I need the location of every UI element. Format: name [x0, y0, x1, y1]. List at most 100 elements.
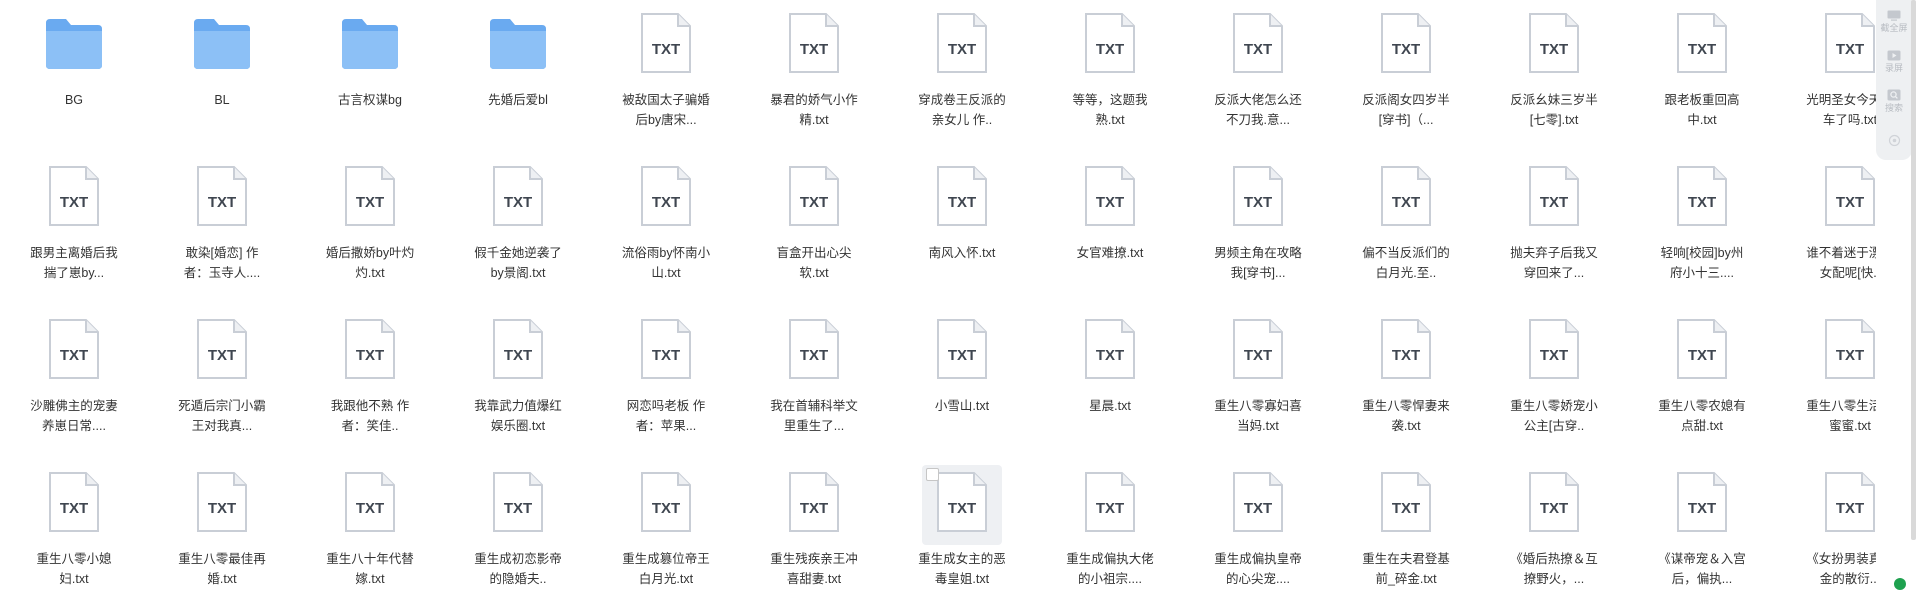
file-item[interactable]: TXT 光明圣女今天翻车了吗.txt [1776, 0, 1880, 153]
file-item[interactable]: TXT 重生在夫君登基前_碎金.txt [1332, 459, 1480, 608]
file-item[interactable]: TXT 暴君的娇气小作精.txt [740, 0, 888, 153]
file-item[interactable]: TXT 反派大佬怎么还不刀我.意... [1184, 0, 1332, 153]
item-name: 死遁后宗门小霸王对我真... [178, 399, 266, 433]
txt-icon-label: TXT [504, 347, 532, 364]
folder-item[interactable]: BL [148, 0, 296, 153]
screenshot-button[interactable]: 截全屏 [1876, 2, 1912, 42]
file-item[interactable]: TXT 轻响[校园]by州府小十三.... [1628, 153, 1776, 306]
folder-item[interactable]: BG [0, 0, 148, 153]
file-item[interactable]: TXT 我在首辅科举文里重生了... [740, 306, 888, 459]
file-item[interactable]: TXT 南风入怀.txt [888, 153, 1036, 306]
item-name: 流俗雨by怀南小山.txt [621, 246, 711, 280]
item-name: 轻响[校园]by州府小十三.... [1660, 246, 1744, 280]
item-name: 沙雕佛主的宠妻养崽日常.... [30, 399, 118, 433]
file-item[interactable]: TXT 等等，这题我熟.txt [1036, 0, 1184, 153]
item-name: 《女扮男装真千金的散衍... [1806, 552, 1880, 586]
file-item[interactable]: TXT 重生八零娇宠小公主[古穿.. [1480, 306, 1628, 459]
file-item[interactable]: TXT 我跟他不熟 作者：笑佳.. [296, 306, 444, 459]
item-name: 重生八零小媳妇.txt [36, 552, 112, 586]
file-item[interactable]: TXT 反派幺妹三岁半[七零].txt [1480, 0, 1628, 153]
item-icon-wrap: TXT [1667, 163, 1737, 229]
txt-file-icon: TXT [937, 13, 987, 73]
file-item[interactable]: TXT 敢染[婚恋] 作者：玉寺人.... [148, 153, 296, 306]
file-item[interactable]: TXT 重生残疾亲王冲喜甜妻.txt [740, 459, 888, 608]
txt-file-icon: TXT [1233, 319, 1283, 379]
status-indicator-icon [1894, 578, 1906, 590]
file-item[interactable]: TXT 我靠武力值爆红娱乐圈.txt [444, 306, 592, 459]
settings-button[interactable] [1876, 121, 1912, 161]
folder-icon [194, 19, 250, 69]
file-item[interactable]: TXT 重生成篡位帝王白月光.txt [592, 459, 740, 608]
folder-item[interactable]: 先婚后爱bl [444, 0, 592, 153]
txt-icon-label: TXT [356, 347, 384, 364]
file-item[interactable]: TXT 网恋吗老板 作者：苹果... [592, 306, 740, 459]
txt-file-icon: TXT [493, 472, 543, 532]
file-item[interactable]: TXT 抛夫弃子后我又穿回来了... [1480, 153, 1628, 306]
file-item[interactable]: TXT 跟男主离婚后我揣了崽by... [0, 153, 148, 306]
txt-icon-label: TXT [60, 500, 88, 517]
file-item[interactable]: TXT 反派阁女四岁半[穿书]（... [1332, 0, 1480, 153]
file-item[interactable]: TXT 小雪山.txt [888, 306, 1036, 459]
file-item[interactable]: TXT 谁不着迷于漂亮女配呢[快.. [1776, 153, 1880, 306]
item-icon-wrap: TXT [1815, 469, 1880, 535]
txt-icon-label: TXT [652, 347, 680, 364]
select-checkbox[interactable] [926, 468, 939, 481]
file-item[interactable]: TXT 死遁后宗门小霸王对我真... [148, 306, 296, 459]
txt-icon-label: TXT [1540, 500, 1568, 517]
file-item[interactable]: TXT 《婚后热撩＆互撩野火，... [1480, 459, 1628, 608]
record-icon [1887, 50, 1901, 61]
item-name: 跟男主离婚后我揣了崽by... [30, 246, 118, 280]
file-item[interactable]: TXT 重生八零悍妻来袭.txt [1332, 306, 1480, 459]
item-name: BL [214, 93, 230, 107]
search-button[interactable]: 搜索 [1876, 81, 1912, 121]
file-item[interactable]: TXT 重生成初恋影帝的隐婚夫.. [444, 459, 592, 608]
scrollbar[interactable] [1911, 0, 1916, 540]
file-item[interactable]: TXT 婚后撒娇by叶灼灼.txt [296, 153, 444, 306]
file-item[interactable]: TXT 偏不当反派们的白月光.至.. [1332, 153, 1480, 306]
file-item[interactable]: TXT 重生八零农媳有点甜.txt [1628, 306, 1776, 459]
txt-file-icon: TXT [1825, 472, 1875, 532]
file-item[interactable]: TXT 沙雕佛主的宠妻养崽日常.... [0, 306, 148, 459]
txt-file-icon: TXT [641, 166, 691, 226]
item-icon-wrap: TXT [779, 10, 849, 76]
file-item[interactable]: TXT 被敌国太子骗婚后by唐宋... [592, 0, 740, 153]
file-item[interactable]: TXT 重生八零寡妇喜当妈.txt [1184, 306, 1332, 459]
file-item[interactable]: TXT 假千金她逆袭了by景阁.txt [444, 153, 592, 306]
file-grid: BG BL 古言权谋bg 先婚后爱bl TXT 被敌国太子骗婚后by唐宋... TXT 暴君的… [0, 0, 1880, 608]
file-item[interactable]: TXT 跟老板重回高中.txt [1628, 0, 1776, 153]
file-item[interactable]: TXT 重生八零生活甜蜜蜜.txt [1776, 306, 1880, 459]
item-icon-wrap: TXT [483, 163, 553, 229]
item-icon-wrap: TXT [1223, 10, 1293, 76]
file-item[interactable]: TXT 重生成偏执皇帝的心尖宠.... [1184, 459, 1332, 608]
file-item[interactable]: TXT 流俗雨by怀南小山.txt [592, 153, 740, 306]
file-item[interactable]: TXT 重生八十年代替嫁.txt [296, 459, 444, 608]
record-button[interactable]: 录屏 [1876, 42, 1912, 82]
txt-icon-label: TXT [1096, 41, 1124, 58]
folder-item[interactable]: 古言权谋bg [296, 0, 444, 153]
file-item[interactable]: TXT 重生八零小媳妇.txt [0, 459, 148, 608]
file-item[interactable]: TXT 重生成偏执大佬的小祖宗.... [1036, 459, 1184, 608]
file-item[interactable]: TXT 星晨.txt [1036, 306, 1184, 459]
file-item[interactable]: TXT 重生八零最佳再婚.txt [148, 459, 296, 608]
txt-icon-label: TXT [504, 500, 532, 517]
item-name: 我在首辅科举文里重生了... [770, 399, 858, 433]
folder-icon [342, 19, 398, 69]
txt-file-icon: TXT [1233, 13, 1283, 73]
file-item[interactable]: TXT 男频主角在攻略我[穿书]... [1184, 153, 1332, 306]
item-name: 重生八零农媳有点甜.txt [1658, 399, 1746, 433]
item-icon-wrap: TXT [1371, 10, 1441, 76]
txt-icon-label: TXT [800, 41, 828, 58]
file-item[interactable]: TXT 重生成女主的恶毒皇姐.txt [888, 459, 1036, 608]
file-item[interactable]: TXT 女官难撩.txt [1036, 153, 1184, 306]
item-icon-wrap: TXT [1223, 316, 1293, 382]
txt-file-icon: TXT [197, 472, 247, 532]
file-item[interactable]: TXT 盲盒开出心尖软.txt [740, 153, 888, 306]
file-item[interactable]: TXT 《女扮男装真千金的散衍... [1776, 459, 1880, 608]
file-item[interactable]: TXT 穿成卷王反派的亲女儿 作.. [888, 0, 1036, 153]
file-item[interactable]: TXT 《谋帝宠＆入宫后，偏执... [1628, 459, 1776, 608]
txt-file-icon: TXT [197, 166, 247, 226]
item-name: 星晨.txt [1089, 399, 1131, 413]
txt-icon-label: TXT [1540, 347, 1568, 364]
item-name: 反派阁女四岁半[穿书]（... [1362, 93, 1450, 127]
txt-icon-label: TXT [800, 500, 828, 517]
